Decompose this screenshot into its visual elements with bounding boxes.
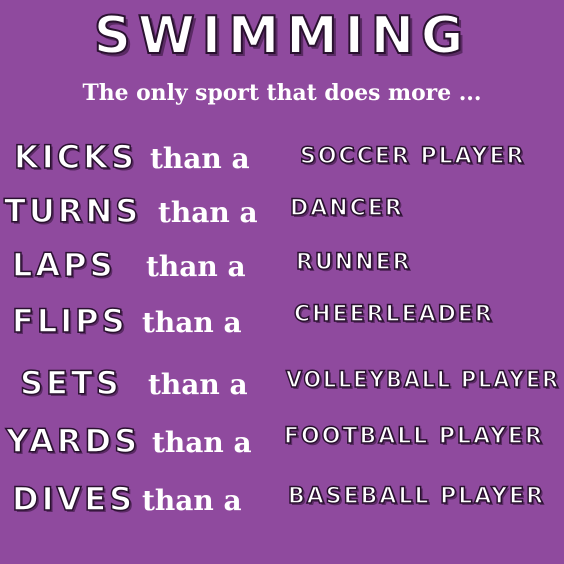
row-action: SETS bbox=[19, 363, 122, 403]
row-connector: than a bbox=[148, 368, 248, 401]
row-connector: than a bbox=[150, 142, 250, 175]
row-action: YARDS bbox=[5, 421, 141, 461]
row-connector: than a bbox=[142, 484, 242, 517]
comparison-row-yards: YARDS than a FOOTBALL PLAYER bbox=[0, 418, 564, 466]
comparison-row-turns: TURNS than a DANCER bbox=[0, 188, 564, 236]
row-connector: than a bbox=[158, 196, 258, 229]
comparison-row-flips: FLIPS than a CHEERLEADER bbox=[0, 298, 564, 346]
row-connector: than a bbox=[152, 426, 252, 459]
row-action: LAPS bbox=[11, 245, 116, 285]
row-role: DANCER bbox=[289, 195, 404, 222]
row-connector: than a bbox=[142, 306, 242, 339]
comparison-row-dives: DIVES than a BASEBALL PLAYER bbox=[0, 476, 564, 524]
comparison-row-kicks: KICKS than a SOCCER PLAYER bbox=[0, 134, 564, 182]
poster-subtitle: The only sport that does more ... bbox=[82, 80, 482, 106]
row-connector: than a bbox=[146, 250, 246, 283]
row-role: SOCCER PLAYER bbox=[299, 143, 526, 170]
row-action: DIVES bbox=[11, 479, 136, 519]
poster-title: SWIMMING bbox=[93, 5, 471, 67]
comparison-row-laps: LAPS than a RUNNER bbox=[0, 242, 564, 290]
row-role: VOLLEYBALL PLAYER bbox=[285, 367, 560, 394]
row-action: TURNS bbox=[3, 191, 142, 231]
row-role: RUNNER bbox=[295, 249, 412, 276]
swimming-poster: SWIMMING The only sport that does more .… bbox=[0, 0, 564, 564]
row-role: CHEERLEADER bbox=[293, 301, 494, 328]
row-action: FLIPS bbox=[11, 301, 128, 341]
row-role: BASEBALL PLAYER bbox=[287, 483, 546, 510]
row-action: KICKS bbox=[13, 137, 138, 177]
row-role: FOOTBALL PLAYER bbox=[283, 423, 544, 450]
comparison-row-sets: SETS than a VOLLEYBALL PLAYER bbox=[0, 360, 564, 408]
